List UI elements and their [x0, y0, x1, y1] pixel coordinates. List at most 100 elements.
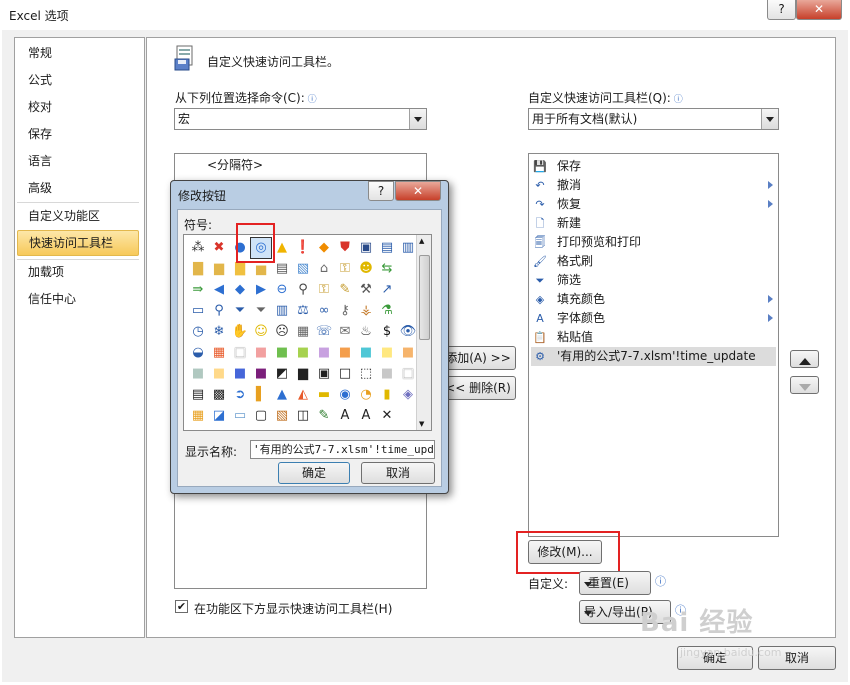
symbol-option[interactable]: ▬	[314, 385, 334, 405]
symbol-option[interactable]: ▮	[377, 385, 397, 405]
symbol-option[interactable]: ▲	[272, 385, 292, 405]
symbol-option[interactable]: ✕	[377, 406, 397, 426]
nav-item-formulas[interactable]: 公式	[17, 70, 139, 90]
symbol-option[interactable]: ■	[209, 364, 229, 384]
symbol-option[interactable]: ⚖	[293, 301, 313, 321]
symbol-option[interactable]: ▭	[188, 301, 208, 321]
nav-item-quick-access-toolbar[interactable]: 快速访问工具栏	[17, 230, 139, 256]
remove-button[interactable]: << 删除(R)	[440, 376, 516, 400]
dialog-help-button[interactable]: ?	[368, 181, 394, 201]
symbol-option[interactable]: ▯	[251, 427, 271, 430]
symbol-option[interactable]: ■	[398, 343, 418, 363]
symbol-option[interactable]: ▆	[293, 364, 313, 384]
symbol-option[interactable]: ◆	[230, 280, 250, 300]
symbol-option[interactable]: ⚿	[314, 280, 334, 300]
list-item[interactable]: A 字体颜色	[531, 309, 776, 328]
nav-item-add-ins[interactable]: 加载项	[17, 262, 139, 282]
list-item[interactable]: ⏷ 筛选	[531, 271, 776, 290]
toolbar-commands-list[interactable]: 💾 保存 ↶ 撤消 ↷ 恢复 🗋 新建 🗐 打印预览和打印 🖌 格式刷 ⏷ 筛选 ◈ 填充颜色 A 字体颜色 📋 粘贴…	[528, 153, 779, 537]
symbol-option[interactable]: ◭	[293, 385, 313, 405]
list-item[interactable]: <分隔符>	[207, 156, 263, 175]
symbol-option[interactable]: ▇	[188, 259, 208, 279]
close-button[interactable]: ✕	[796, 0, 842, 20]
symbol-option[interactable]: ■	[335, 343, 355, 363]
symbol-option[interactable]: ▤	[272, 259, 292, 279]
symbol-option[interactable]: ✎	[335, 427, 355, 430]
symbol-option[interactable]: ⚗	[377, 301, 397, 321]
list-item[interactable]: 🗋 新建	[531, 214, 776, 233]
symbol-option[interactable]: ◆	[314, 238, 334, 258]
nav-item-proofing[interactable]: 校对	[17, 97, 139, 117]
symbol-option[interactable]: ◷	[188, 322, 208, 342]
symbol-grid-scrollbar[interactable]: ▲ ▼	[416, 235, 431, 430]
symbol-option[interactable]: ⚲	[209, 301, 229, 321]
symbol-option[interactable]: ⛊	[335, 238, 355, 258]
symbol-option[interactable]: ⚷	[335, 301, 355, 321]
symbol-option[interactable]: ▶	[356, 427, 376, 430]
symbol-option[interactable]: ⬚	[356, 364, 376, 384]
symbol-option[interactable]: ■	[251, 343, 271, 363]
symbol-option[interactable]: ▆	[209, 259, 229, 279]
symbol-option[interactable]: ▦	[209, 343, 229, 363]
symbol-option[interactable]: ▲	[272, 238, 292, 258]
symbol-option[interactable]: ✖	[209, 238, 229, 258]
symbol-option[interactable]: ▧	[272, 406, 292, 426]
symbol-option[interactable]: ⏷	[230, 301, 250, 321]
symbol-option[interactable]: □	[335, 364, 355, 384]
symbol-option[interactable]: ➲	[230, 385, 250, 405]
symbol-option[interactable]: ■	[377, 343, 397, 363]
symbol-option[interactable]: 👁	[398, 322, 418, 342]
symbol-grid[interactable]: ⁂ ✖ ● ◎ ▲ ❗ ◆ ⛊ ▣ ▤ ▥ ▇ ▆ ▇ ▅ ▤ ▧ ⌂ ⚿ ☻ ⇆ ⇛ ◀ ◆ ▶ ⊖ ⚲ ⚿ ✎ ⚒ ↗ ▭ ⚲ ⏷ ⏷ ▥ ⚖ ∞ ⚷ ⚶…	[183, 234, 432, 431]
symbol-option[interactable]: ❄	[209, 322, 229, 342]
symbol-option[interactable]: ☏	[314, 322, 334, 342]
symbol-option[interactable]: □	[398, 364, 418, 384]
symbol-option[interactable]: $	[377, 322, 397, 342]
symbol-option[interactable]: ■	[356, 343, 376, 363]
symbol-option[interactable]: ⚶	[356, 301, 376, 321]
symbol-option[interactable]: ❗	[293, 238, 313, 258]
dialog-ok-button[interactable]: 确定	[278, 462, 350, 484]
symbol-option[interactable]: ◈	[398, 385, 418, 405]
symbol-option[interactable]: □	[230, 343, 250, 363]
symbol-option[interactable]: ◔	[356, 385, 376, 405]
symbol-option[interactable]: ⚒	[356, 280, 376, 300]
nav-item-general[interactable]: 常规	[17, 43, 139, 63]
symbol-option[interactable]: ■	[314, 343, 334, 363]
symbol-option[interactable]: ☻	[356, 259, 376, 279]
symbol-option[interactable]: ♨	[356, 322, 376, 342]
symbol-option[interactable]: ∞	[314, 301, 334, 321]
nav-item-trust-center[interactable]: 信任中心	[17, 289, 139, 309]
symbol-option[interactable]: ▥	[272, 301, 292, 321]
symbol-option[interactable]: A	[335, 406, 355, 426]
dialog-cancel-button[interactable]: 取消	[361, 462, 435, 484]
symbol-option[interactable]: ⇆	[377, 259, 397, 279]
symbol-option[interactable]: π	[272, 427, 292, 430]
add-button[interactable]: 添加(A) >>	[440, 346, 516, 370]
list-item[interactable]: 📋 粘贴值	[531, 328, 776, 347]
list-item[interactable]: 💾 保存	[531, 157, 776, 176]
symbol-option[interactable]: ◀	[209, 280, 229, 300]
symbol-option[interactable]: ⚓	[377, 427, 397, 430]
symbol-option[interactable]: ▌	[251, 385, 271, 405]
help-button[interactable]: ?	[767, 0, 796, 20]
symbol-option[interactable]: ✎	[314, 406, 334, 426]
symbol-option[interactable]: ▣	[314, 364, 334, 384]
symbol-option[interactable]: ■	[251, 364, 271, 384]
symbol-option[interactable]: ✋	[230, 322, 250, 342]
symbol-option[interactable]: ⟳	[230, 427, 250, 430]
scrollbar-thumb[interactable]	[419, 255, 430, 340]
symbol-option[interactable]: ⚆	[314, 427, 334, 430]
symbol-option[interactable]: ▧	[293, 259, 313, 279]
symbol-option[interactable]: ▩	[209, 385, 229, 405]
symbol-option[interactable]: ◩	[209, 427, 229, 430]
symbol-option[interactable]: ✎	[335, 280, 355, 300]
symbol-option[interactable]: ◫	[293, 406, 313, 426]
symbol-option[interactable]: ⚿	[335, 259, 355, 279]
nav-item-save[interactable]: 保存	[17, 124, 139, 144]
symbol-option[interactable]: ⚲	[293, 280, 313, 300]
symbol-option[interactable]: ▣	[293, 427, 313, 430]
symbol-option[interactable]: ■	[188, 364, 208, 384]
symbol-option[interactable]: ◉	[335, 385, 355, 405]
list-item[interactable]: ↶ 撤消	[531, 176, 776, 195]
nav-item-customize-ribbon[interactable]: 自定义功能区	[17, 206, 139, 226]
